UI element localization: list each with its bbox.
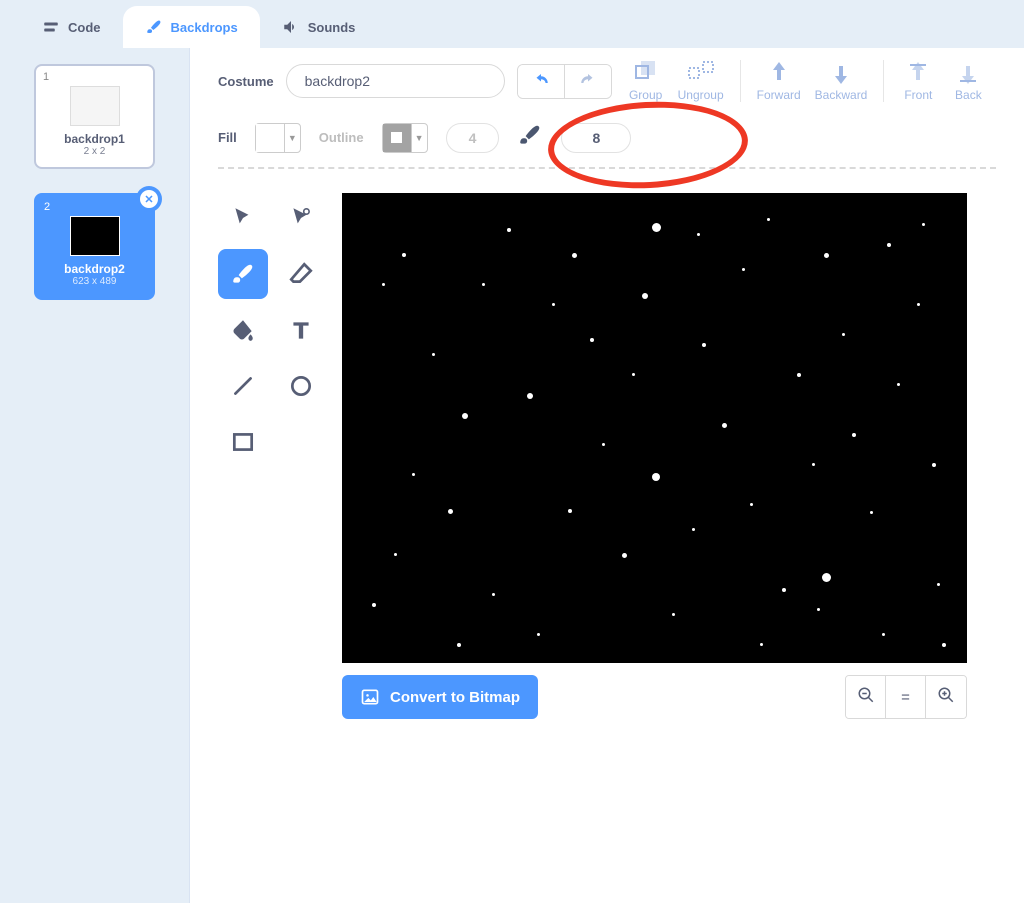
backdrop-thumb[interactable]: 1 backdrop1 2 x 2 [34, 64, 155, 169]
code-icon [42, 18, 60, 36]
eraser-tool[interactable] [276, 249, 326, 299]
zoom-in-button[interactable] [926, 676, 966, 718]
paint-editor: Costume Group Ungroup Forward Backward F… [190, 48, 1024, 903]
divider [883, 60, 884, 102]
zoom-out-button[interactable] [846, 676, 886, 718]
rectangle-tool[interactable] [218, 417, 268, 467]
brush-icon [517, 122, 543, 153]
costume-label: Costume [218, 74, 274, 89]
circle-tool[interactable] [276, 361, 326, 411]
fill-swatch[interactable]: ▼ [255, 123, 301, 153]
front-label: Front [904, 88, 932, 102]
ungroup-button[interactable]: Ungroup [678, 60, 724, 102]
backdrop-number: 1 [43, 71, 49, 83]
group-label: Group [629, 88, 662, 102]
backdrop-list: 1 backdrop1 2 x 2 ✕ 2 backdrop2 623 x 48… [0, 48, 190, 903]
outline-width-input[interactable]: 4 [446, 123, 500, 153]
brush-icon [145, 18, 163, 36]
arrange-buttons: Group Ungroup Forward Backward Front Bac… [628, 60, 987, 102]
front-button[interactable]: Front [900, 60, 936, 102]
tab-backdrops[interactable]: Backdrops [123, 6, 260, 48]
zoom-reset-button[interactable]: = [886, 676, 926, 718]
outline-label: Outline [319, 130, 364, 145]
tab-bar: Code Backdrops Sounds [0, 0, 1024, 48]
brush-size-control [517, 122, 631, 153]
back-label: Back [955, 88, 982, 102]
tab-sounds-label: Sounds [308, 20, 356, 35]
sound-icon [282, 18, 300, 36]
brush-size-input[interactable] [561, 123, 631, 153]
brush-tool[interactable] [218, 249, 268, 299]
divider [740, 60, 741, 102]
tool-palette [218, 193, 328, 663]
tab-code-label: Code [68, 20, 101, 35]
zoom-controls: = [845, 675, 967, 719]
main: 1 backdrop1 2 x 2 ✕ 2 backdrop2 623 x 48… [0, 48, 1024, 903]
backdrop-preview [70, 86, 120, 126]
select-tool[interactable] [218, 193, 268, 243]
backdrop-thumb-selected[interactable]: ✕ 2 backdrop2 623 x 489 [34, 193, 155, 300]
fill-tool[interactable] [218, 305, 268, 355]
back-button[interactable]: Back [950, 60, 986, 102]
outline-swatch[interactable]: ▼ [382, 123, 428, 153]
divider [218, 167, 996, 169]
chevron-down-icon: ▼ [411, 124, 427, 152]
convert-to-bitmap-button[interactable]: Convert to Bitmap [342, 675, 538, 719]
backdrop-name: backdrop2 [43, 262, 146, 276]
convert-label: Convert to Bitmap [390, 689, 520, 706]
trash-icon: ✕ [140, 190, 158, 208]
text-tool[interactable] [276, 305, 326, 355]
backdrop-dims: 2 x 2 [42, 146, 147, 157]
forward-label: Forward [757, 88, 801, 102]
canvas[interactable] [342, 193, 967, 663]
backdrop-number: 2 [44, 201, 50, 213]
delete-backdrop-button[interactable]: ✕ [136, 186, 162, 212]
tab-code[interactable]: Code [20, 6, 123, 48]
canvas-area: Convert to Bitmap = [342, 193, 996, 663]
backward-label: Backward [815, 88, 868, 102]
tab-backdrops-label: Backdrops [171, 20, 238, 35]
reshape-tool[interactable] [276, 193, 326, 243]
line-tool[interactable] [218, 361, 268, 411]
image-icon [360, 687, 380, 707]
chevron-down-icon: ▼ [284, 124, 300, 152]
ungroup-label: Ungroup [678, 88, 724, 102]
top-toolbar: Costume Group Ungroup Forward Backward F… [218, 60, 996, 102]
forward-button[interactable]: Forward [757, 60, 801, 102]
backward-button[interactable]: Backward [815, 60, 868, 102]
group-button[interactable]: Group [628, 60, 664, 102]
style-toolbar: Fill ▼ Outline ▼ 4 [218, 122, 996, 153]
backdrop-dims: 623 x 489 [43, 276, 146, 287]
undo-button[interactable] [518, 65, 565, 98]
backdrop-name: backdrop1 [42, 132, 147, 146]
costume-name-input[interactable] [286, 64, 505, 98]
workspace: Convert to Bitmap = [218, 193, 996, 663]
undo-redo-group [517, 64, 612, 99]
fill-label: Fill [218, 130, 237, 145]
redo-button[interactable] [565, 65, 611, 98]
backdrop-preview [70, 216, 120, 256]
tab-sounds[interactable]: Sounds [260, 6, 378, 48]
